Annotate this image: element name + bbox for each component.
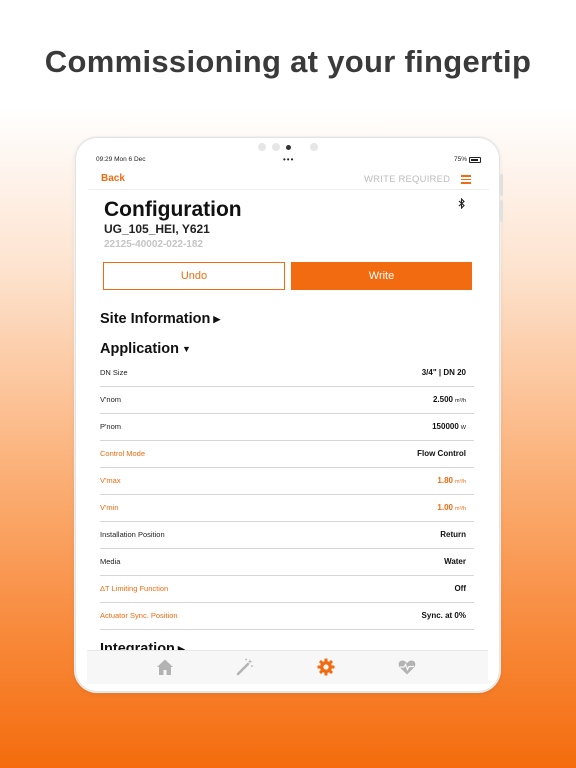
sensor-dot [272,143,280,151]
setting-row[interactable]: Media Water [100,549,474,576]
setting-row[interactable]: ΔT Limiting Function Off [100,576,474,603]
expand-arrow-icon: ▶ [213,314,221,324]
setting-value: Water [444,557,466,566]
multitask-dots[interactable]: ••• [283,155,294,164]
setting-label: Media [100,557,121,566]
setting-value: 2.500 m³/h [433,395,466,404]
setting-label: Control Mode [100,449,146,458]
setting-value-text: Off [454,584,466,593]
camera-lens [286,145,291,150]
home-icon[interactable] [155,657,175,677]
collapse-arrow-icon: ▼ [181,344,191,354]
setting-label: P'nom [100,422,122,431]
setting-value: Return [440,530,466,539]
status-bar: 09:29 Mon 6 Dec ••• 75% [88,152,489,166]
section-site-information[interactable]: Site Information ▶ [100,311,220,327]
application-list: DN Size 3/4" | DN 20 V'nom 2.500 m³/h P'nom 15… [100,360,474,630]
device-serial: 22125-40002-022-182 [104,239,203,250]
tab-bar [87,650,488,684]
setting-unit: m³/h [455,506,466,512]
setting-label: V'min [100,503,119,512]
setting-value: Off [454,584,466,593]
setting-value-text: 2.500 [432,395,453,404]
setting-unit: m³/h [455,398,466,404]
setting-value: 1.80 m³/h [437,476,466,485]
setting-row[interactable]: V'nom 2.500 m³/h [100,387,474,414]
gear-icon[interactable] [316,657,336,677]
sensor-dot [258,143,266,151]
battery-percent: 75% [453,156,467,163]
setting-value: Flow Control [417,449,466,458]
bluetooth-icon [458,198,465,209]
setting-row[interactable]: DN Size 3/4" | DN 20 [100,360,474,387]
setting-value: 1.00 m³/h [437,503,466,512]
status-time: 09:29 Mon 6 Dec [96,156,146,163]
setting-unit: m³/h [455,479,466,485]
setting-value-text: 1.80 [437,476,453,485]
setting-value-text: 1.00 [437,503,453,512]
setting-label: Installation Position [100,530,165,539]
setting-label: DN Size [100,368,128,377]
hamburger-icon[interactable] [461,175,471,184]
setting-value-text: Sync. at 0% [421,611,466,620]
write-required-label: WRITE REQUIRED [364,174,451,185]
setting-value: 3/4" | DN 20 [422,368,466,377]
setting-value-text: 3/4" | DN 20 [421,368,466,377]
config-header: Configuration UG_105_HEI, Y621 22125-400… [88,190,489,262]
undo-button[interactable]: Undo [103,262,285,290]
setting-value-text: Water [444,557,466,566]
setting-row[interactable]: Actuator Sync. Position Sync. at 0% [100,603,474,630]
write-button[interactable]: Write [291,262,472,290]
device-name: UG_105_HEI, Y621 [104,222,210,236]
setting-unit: W [460,425,466,431]
setting-value-text: 150000 [432,422,459,431]
setting-label: ΔT Limiting Function [100,584,169,593]
headline: Commissioning at your fingertip [44,44,532,79]
battery-icon [469,156,481,163]
back-button[interactable]: Back [101,173,125,184]
battery-indicator: 75% [454,156,481,163]
setting-row[interactable]: V'max 1.80 m³/h [100,468,474,495]
setting-value: 150000 W [432,422,466,431]
volume-button [500,200,503,222]
page-title: Configuration [104,198,242,221]
setting-value-text: Return [440,530,466,539]
volume-button [500,174,503,196]
setting-label: V'nom [100,395,122,404]
nav-bar: Back WRITE REQUIRED [88,166,489,190]
section-application-label: Application [100,341,179,357]
setting-label: Actuator Sync. Position [100,611,178,620]
sensor-dot [310,143,318,151]
setting-row[interactable]: Control Mode Flow Control [100,441,474,468]
setting-row[interactable]: P'nom 150000 W [100,414,474,441]
setting-row[interactable]: V'min 1.00 m³/h [100,495,474,522]
section-site-information-label: Site Information [100,311,211,327]
magic-wand-icon[interactable] [235,657,255,677]
heart-pulse-icon[interactable] [397,657,417,677]
action-buttons: Undo Write [103,262,472,290]
setting-row[interactable]: Installation Position Return [100,522,474,549]
setting-value-text: Flow Control [417,449,466,458]
section-application[interactable]: Application ▼ [100,341,191,357]
setting-value: Sync. at 0% [422,611,466,620]
setting-label: V'max [100,476,121,485]
